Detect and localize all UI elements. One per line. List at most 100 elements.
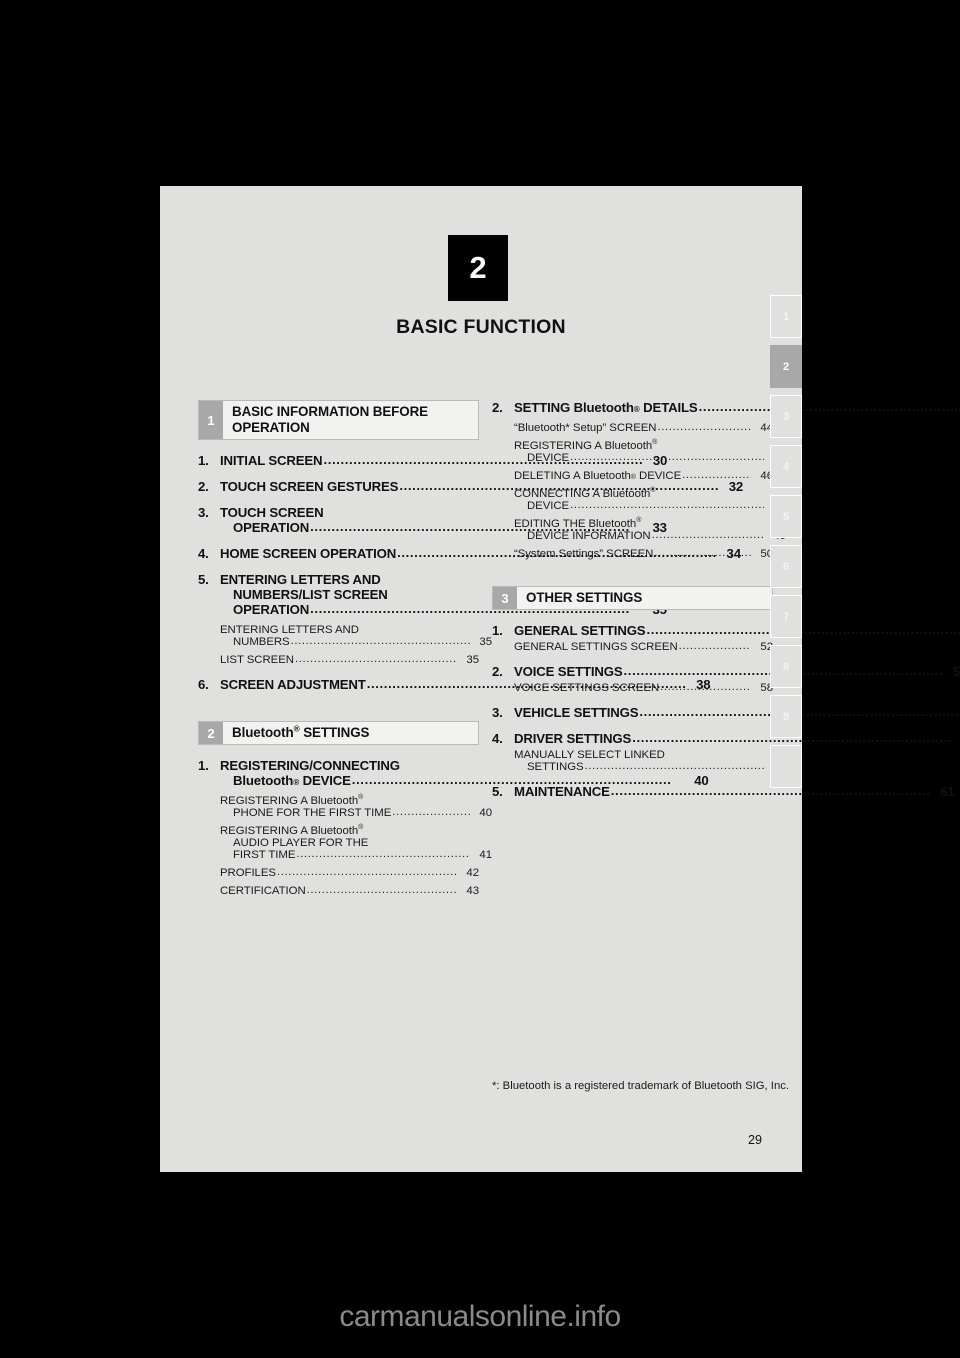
toc-subtitle-line: DEVICE [527,500,570,512]
dot-leader: ........................................… [678,640,751,652]
page-number: 29 [747,1133,762,1147]
toc-title: MAINTENANCE [514,784,610,799]
toc-subtitle-line-cont: DEVICE [635,470,682,482]
toc-subentry[interactable]: “Bluetooth* Setup” SCREEN ..............… [514,421,773,434]
toc-page: 60 [953,731,960,746]
toc-page: 42 [466,867,479,879]
dot-leader: ........................................… [660,681,751,693]
chapter-number-badge: 2 [448,235,508,301]
toc-subtitle-line: GENERAL SETTINGS SCREEN [514,641,678,653]
toc-subentry[interactable]: PROFILES ...............................… [220,866,479,879]
toc-title: GENERAL SETTINGS [514,623,646,638]
toc-subentry[interactable]: LIST SCREEN ............................… [220,653,479,666]
toc-page: 35 [479,636,492,648]
section-number-1: 1 [199,401,223,439]
toc-subtitle-line: “System Settings” SCREEN [514,548,654,560]
chapter-tab-10[interactable] [770,745,802,788]
toc-entry[interactable]: 6. SCREEN ADJUSTMENT ...................… [198,676,711,692]
toc-index: 3. [198,505,209,520]
toc-subtitle-line: VOICE SETTINGS SCREEN [514,682,660,694]
chapter-tab-4[interactable]: 4 [770,445,802,488]
toc-subtitle-line: REGISTERING A Bluetooth [220,795,359,807]
chapter-tab-strip: 1 2 3 4 5 6 7 8 9 [770,295,802,795]
registered-trademark-icon: ® [652,439,658,447]
toc-index: 2. [492,664,503,679]
toc-entry[interactable]: 5. MAINTENANCE .........................… [492,783,955,799]
toc-title-cont: DETAILS [639,400,698,415]
toc-subtitle-line: PHONE FOR THE FIRST TIME [233,807,392,819]
toc-subentry[interactable]: REGISTERING A Bluetooth® DEVICE ........… [514,439,786,464]
site-watermark: carmanualsonline.info [339,1300,621,1333]
toc-entry[interactable]: 2. SETTING Bluetooth ® DETAILS ..........… [492,399,960,415]
toc-page: 43 [466,885,479,897]
chapter-tab-2[interactable]: 2 [770,345,802,388]
chapter-tab-9[interactable]: 9 [770,695,802,738]
section-title-1: BASIC INFORMATION BEFORE OPERATION [232,404,428,435]
dot-leader: ........................................… [654,547,751,559]
dot-leader: ........................................… [651,529,764,541]
toc-entry[interactable]: 3. TOUCH SCREEN OPERATION ..............… [198,505,667,535]
toc-index: 2. [492,400,503,415]
section-header-2: 2 Bluetooth® SETTINGS [198,721,479,745]
registered-trademark-icon: ® [358,824,364,832]
toc-subtitle-line: PROFILES [220,867,276,879]
toc-title: VOICE SETTINGS [514,664,623,679]
toc-subentry[interactable]: GENERAL SETTINGS SCREEN ................… [514,640,773,653]
toc-index: 4. [198,546,209,561]
toc-subtitle-line: CERTIFICATION [220,885,306,897]
section-title-text-cont: SETTINGS [299,725,370,740]
chapter-tab-label: 7 [782,610,790,623]
chapter-tab-label: 5 [782,510,790,523]
toc-title-line-cont: DEVICE [299,773,351,788]
chapter-tab-3[interactable]: 3 [770,395,802,438]
toc-subentry[interactable]: REGISTERING A Bluetooth® AUDIO PLAYER FO… [220,824,492,861]
toc-subtitle-line: NUMBERS [233,636,290,648]
dot-leader: ........................................… [698,399,960,414]
toc-entry[interactable]: 1. GENERAL SETTINGS ....................… [492,622,960,638]
toc-index: 5. [198,572,209,587]
toc-title-line: OPERATION [233,602,310,617]
chapter-tab-7[interactable]: 7 [770,595,802,638]
toc-subentry[interactable]: MANUALLY SELECT LINKED SETTINGS ........… [514,749,786,773]
toc-subentry[interactable]: CERTIFICATION ..........................… [220,884,479,897]
toc-entry[interactable]: 1. REGISTERING/CONNECTING Bluetooth ® DEV… [198,758,709,788]
toc-subentry[interactable]: CONNECTING A Bluetooth® DEVICE .........… [514,487,786,512]
toc-title-line: OPERATION [233,520,310,535]
toc-subtitle-line: “Bluetooth* Setup” SCREEN [514,422,657,434]
chapter-tab-5[interactable]: 5 [770,495,802,538]
chapter-tab-8[interactable]: 8 [770,645,802,688]
chapter-tab-label: 9 [782,710,790,723]
toc-page: 58 [952,664,960,679]
toc-entry[interactable]: 4. HOME SCREEN OPERATION ...............… [198,545,741,561]
toc-page: 35 [466,654,479,666]
toc-entry[interactable]: 3. VEHICLE SETTINGS ....................… [492,704,959,720]
section-title-2: Bluetooth® SETTINGS [223,722,478,744]
toc-entry[interactable]: 4. DRIVER SETTINGS .....................… [492,730,951,746]
toc-index: 1. [198,453,209,468]
chapter-tab-label: 3 [782,410,790,423]
toc-entry[interactable]: 2. VOICE SETTINGS ......................… [492,663,960,679]
dot-leader: ........................................… [276,866,457,878]
registered-trademark-icon: ® [650,487,656,495]
chapter-tab-label: 6 [782,560,790,573]
chapter-tab-6[interactable]: 6 [770,545,802,588]
toc-subentry[interactable]: REGISTERING A Bluetooth® PHONE FOR THE F… [220,794,492,819]
toc-subentry[interactable]: VOICE SETTINGS SCREEN ..................… [514,681,773,694]
chapter-title: BASIC FUNCTION [396,316,566,338]
dot-leader: ........................................… [657,421,751,433]
dot-leader: ........................................… [570,499,764,511]
toc-subentry[interactable]: DELETING A Bluetooth ® DEVICE ...........… [514,469,773,482]
toc-subentry[interactable]: EDITING THE Bluetooth® DEVICE INFORMATIO… [514,517,786,542]
toc-title: TOUCH SCREEN GESTURES [220,479,399,494]
chapter-tab-1[interactable]: 1 [770,295,802,338]
toc-subentry[interactable]: “System Settings” SCREEN ...............… [514,547,773,560]
chapter-tab-label: 1 [782,310,790,323]
toc-entry[interactable]: 5. ENTERING LETTERS AND NUMBERS/LIST SCR… [198,572,667,617]
toc-subtitle-line: DEVICE INFORMATION [527,530,651,542]
toc-subentry[interactable]: ENTERING LETTERS AND NUMBERS ...........… [220,624,492,648]
toc-entry[interactable]: 2. TOUCH SCREEN GESTURES ...............… [198,478,743,494]
section-number-2: 2 [199,722,223,744]
toc-title: VEHICLE SETTINGS [514,705,639,720]
chapter-tab-label: 2 [782,360,790,373]
toc-entry[interactable]: 1. INITIAL SCREEN ......................… [198,452,667,468]
